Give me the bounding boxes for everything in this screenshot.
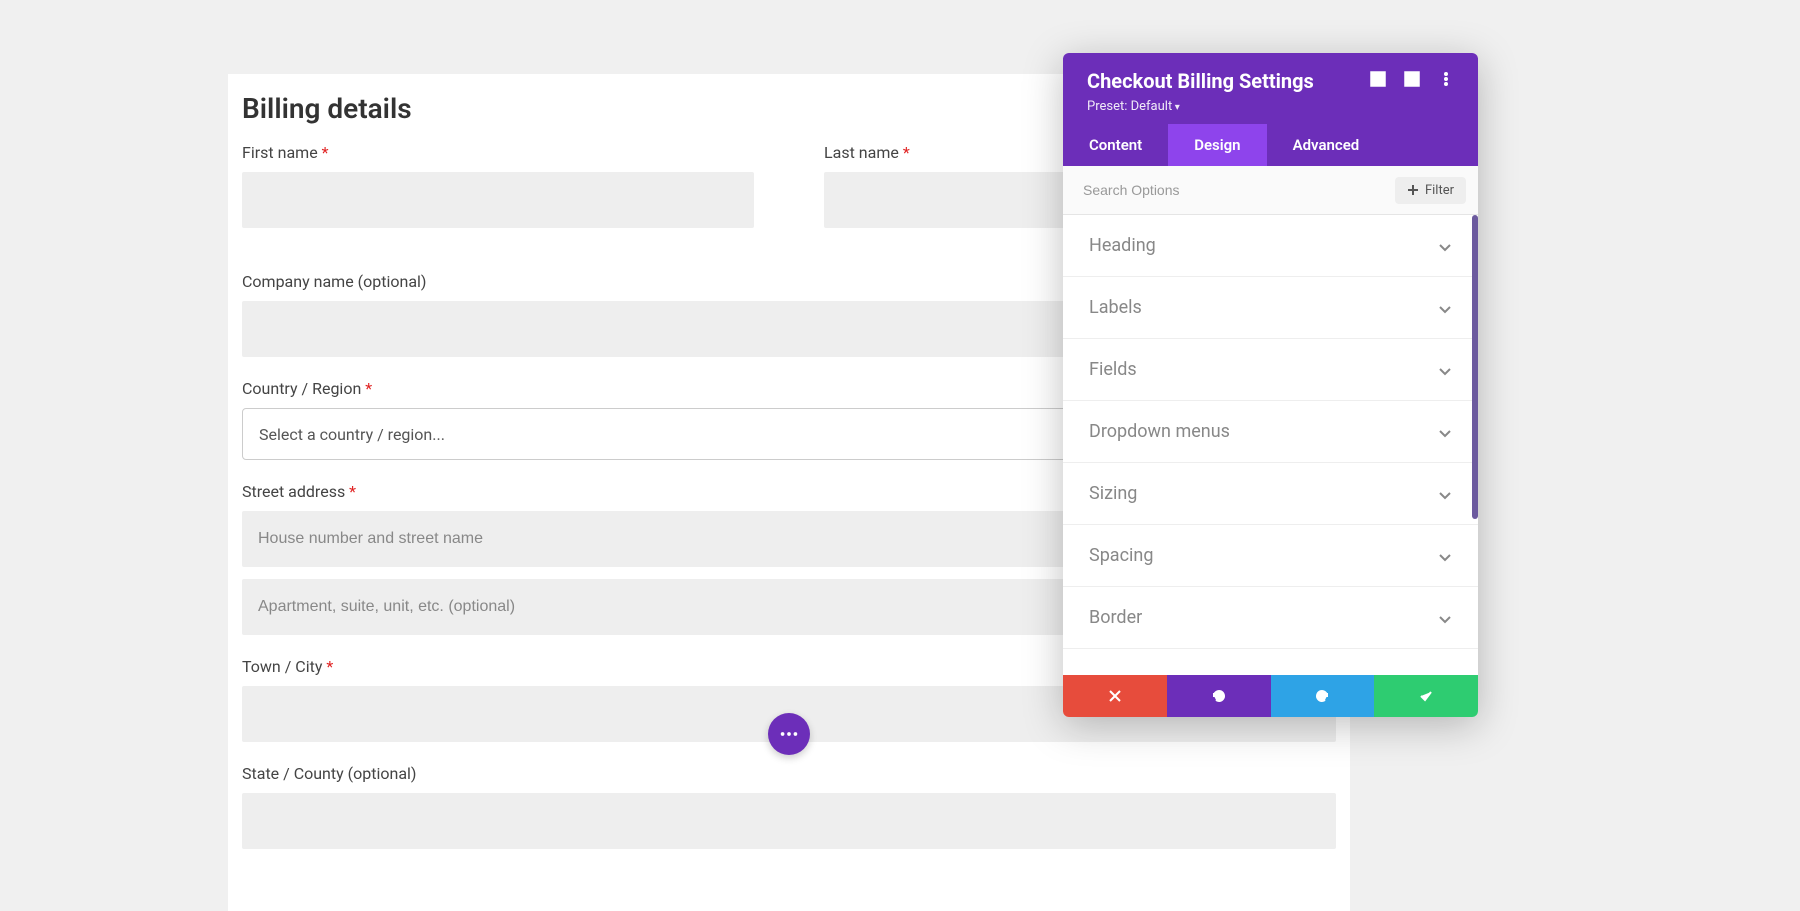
required-asterisk: * (365, 379, 372, 398)
filter-button[interactable]: Filter (1395, 177, 1466, 204)
panel-title-wrap: Checkout Billing Settings Preset: Defaul… (1087, 69, 1314, 114)
required-asterisk: * (326, 657, 333, 676)
section-sizing[interactable]: Sizing (1063, 463, 1478, 525)
panel-title: Checkout Billing Settings (1087, 69, 1314, 93)
plus-icon (1407, 184, 1419, 196)
state-field: State / County (optional) (242, 764, 1336, 849)
undo-button[interactable] (1167, 675, 1271, 717)
state-label: State / County (optional) (242, 764, 1336, 783)
close-icon (1107, 688, 1123, 704)
redo-icon (1314, 688, 1330, 704)
section-border[interactable]: Border (1063, 587, 1478, 649)
more-dots-icon[interactable] (1438, 71, 1454, 87)
dots-horizontal-icon (778, 723, 800, 745)
sections-list[interactable]: Heading Labels Fields Dropdown menus Siz… (1063, 215, 1478, 675)
scrollbar-thumb[interactable] (1472, 215, 1478, 519)
tab-design[interactable]: Design (1168, 124, 1266, 166)
panel-footer (1063, 675, 1478, 717)
required-asterisk: * (903, 143, 910, 162)
required-asterisk: * (322, 143, 329, 162)
tab-content[interactable]: Content (1063, 124, 1168, 166)
required-asterisk: * (349, 482, 356, 501)
undo-icon (1211, 688, 1227, 704)
panel-tabs: Content Design Advanced (1063, 124, 1478, 166)
search-bar: Filter (1063, 166, 1478, 215)
redo-button[interactable] (1271, 675, 1375, 717)
first-name-label: First name * (242, 143, 754, 162)
first-name-input[interactable] (242, 172, 754, 228)
section-heading[interactable]: Heading (1063, 215, 1478, 277)
section-spacing[interactable]: Spacing (1063, 525, 1478, 587)
chevron-down-icon (1438, 363, 1452, 377)
first-name-field: First name * (242, 143, 754, 228)
section-labels[interactable]: Labels (1063, 277, 1478, 339)
save-button[interactable] (1374, 675, 1478, 717)
search-options-input[interactable] (1075, 176, 1395, 204)
expand-icon[interactable] (1370, 71, 1386, 87)
panel-header: Checkout Billing Settings Preset: Defaul… (1063, 53, 1478, 124)
check-icon (1418, 688, 1434, 704)
chevron-down-icon (1438, 611, 1452, 625)
section-fields[interactable]: Fields (1063, 339, 1478, 401)
chevron-down-icon (1438, 487, 1452, 501)
tab-advanced[interactable]: Advanced (1267, 124, 1386, 166)
cancel-button[interactable] (1063, 675, 1167, 717)
fab-more-button[interactable] (768, 713, 810, 755)
chevron-down-icon (1438, 239, 1452, 253)
preset-dropdown[interactable]: Preset: Default (1087, 99, 1314, 114)
chevron-down-icon (1438, 549, 1452, 563)
columns-icon[interactable] (1404, 71, 1420, 87)
state-input[interactable] (242, 793, 1336, 849)
chevron-down-icon (1438, 425, 1452, 439)
panel-header-icons (1370, 71, 1454, 87)
settings-panel: Checkout Billing Settings Preset: Defaul… (1063, 53, 1478, 717)
chevron-down-icon (1438, 301, 1452, 315)
section-dropdown-menus[interactable]: Dropdown menus (1063, 401, 1478, 463)
